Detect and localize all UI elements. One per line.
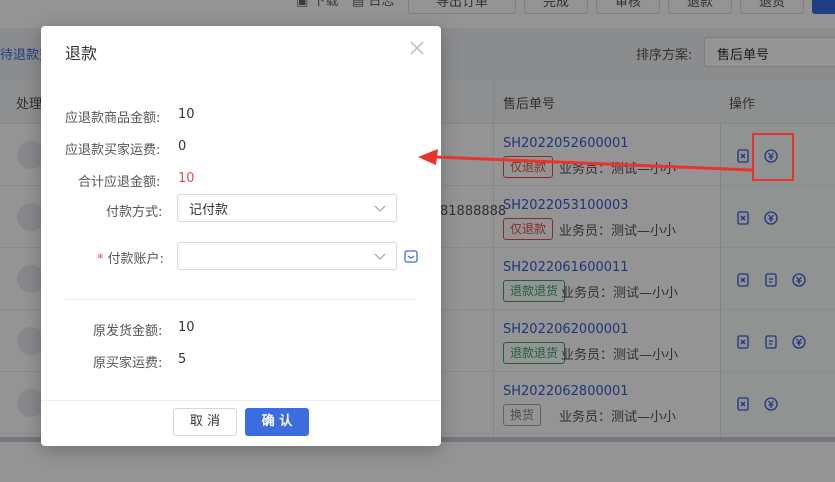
dialog-title: 退款 (65, 44, 98, 63)
orig-ship-value: 10 (178, 320, 195, 335)
chevron-down-icon (374, 253, 386, 260)
orig-freight-label: 原买家运费: (93, 356, 163, 371)
close-icon[interactable] (408, 41, 426, 59)
chevron-down-icon (374, 205, 386, 212)
goods-refund-value: 10 (178, 107, 195, 122)
dialog-footer: 取 消 确 认 (41, 400, 441, 446)
orig-ship-label: 原发货金额: (93, 324, 163, 339)
calendar-icon[interactable] (403, 248, 419, 264)
pay-method-value: 记付款 (189, 203, 229, 218)
confirm-button[interactable]: 确 认 (245, 408, 309, 436)
pay-account-label-text: 付款账户: (107, 252, 164, 267)
pay-method-select[interactable]: 记付款 (177, 194, 397, 222)
total-refund-value: 10 (178, 171, 195, 186)
orig-freight-value: 5 (178, 352, 187, 367)
annotation-highlight-box (752, 133, 794, 181)
total-refund-label: 合计应退金额: (78, 175, 161, 190)
freight-refund-label: 应退款买家运费: (65, 143, 161, 158)
freight-refund-value: 0 (178, 139, 187, 154)
cancel-button[interactable]: 取 消 (173, 408, 237, 436)
refund-dialog: 退款 应退款商品金额: 10 应退款买家运费: 0 合计应退金额: 10 付款方… (41, 26, 441, 446)
dialog-divider (65, 299, 417, 300)
goods-refund-label: 应退款商品金额: (65, 111, 161, 126)
pay-account-select[interactable] (177, 242, 397, 270)
pay-account-label: * 付款账户: (97, 252, 164, 267)
pay-method-label: 付款方式: (106, 205, 163, 220)
